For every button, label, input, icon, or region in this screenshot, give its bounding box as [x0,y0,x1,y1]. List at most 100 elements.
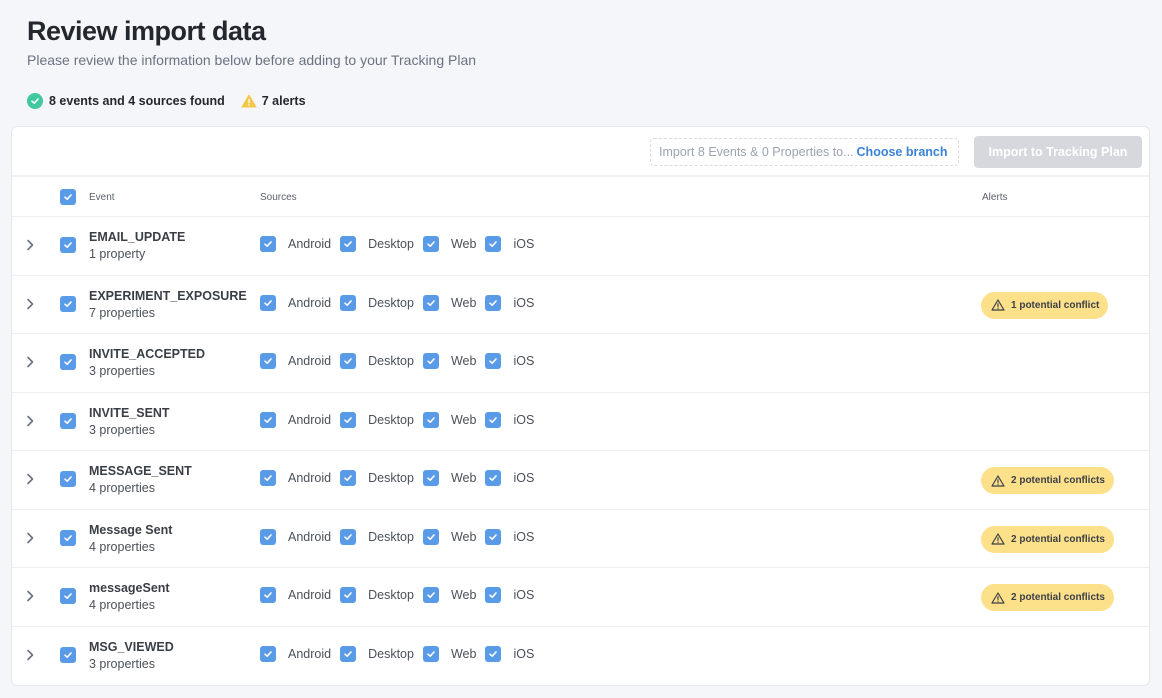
source-option[interactable]: Desktop [340,411,414,428]
source-option[interactable]: Web [422,470,476,486]
source-checkbox[interactable] [260,587,276,603]
source-checkbox[interactable] [485,236,502,252]
source-option[interactable]: Android [260,411,332,428]
select-all-checkbox[interactable] [60,189,76,205]
source-label: Android [288,237,332,251]
alert-badge[interactable]: 2 potential conflicts [981,584,1114,611]
source-option[interactable]: Android [260,470,331,486]
source-option[interactable]: Desktop [340,645,414,662]
source-option[interactable]: iOS [485,236,534,252]
source-checkbox[interactable] [422,411,439,428]
source-option[interactable]: Web [422,294,476,311]
source-checkbox[interactable] [422,645,439,662]
event-checkbox[interactable] [60,471,76,487]
source-checkbox[interactable] [340,411,357,428]
event-checkbox[interactable] [60,295,76,312]
event-checkbox[interactable] [60,354,76,370]
source-option[interactable]: Android [260,645,331,662]
source-label: Android [288,412,332,427]
chevron-right-icon[interactable] [24,355,36,374]
source-checkbox[interactable] [260,411,276,428]
source-checkbox[interactable] [485,645,502,662]
event-name: EMAIL_UPDATE [89,230,186,244]
source-option[interactable]: iOS [485,528,535,545]
source-option[interactable]: Web [422,236,477,252]
source-checkbox[interactable] [422,528,439,545]
source-option[interactable]: iOS [485,645,534,662]
source-checkbox[interactable] [340,294,357,311]
source-checkbox[interactable] [485,411,502,428]
source-label: Desktop [368,471,414,485]
source-option[interactable]: Web [422,353,476,369]
event-checkbox[interactable] [60,412,76,429]
source-option[interactable]: Android [260,294,331,311]
source-checkbox[interactable] [340,353,357,369]
source-checkbox[interactable] [485,470,502,486]
source-checkbox[interactable] [260,470,276,486]
source-checkbox[interactable] [485,294,502,311]
chevron-right-icon[interactable] [24,297,36,316]
source-option[interactable]: iOS [485,470,534,486]
source-option[interactable]: Web [422,411,476,428]
source-checkbox[interactable] [260,645,276,662]
source-checkbox[interactable] [422,236,439,252]
source-checkbox[interactable] [340,645,357,662]
source-option[interactable]: Web [422,587,476,603]
source-label: iOS [513,529,535,544]
source-label: iOS [513,588,535,602]
source-option[interactable]: Android [260,587,331,603]
source-option[interactable]: iOS [485,411,534,428]
source-checkbox[interactable] [340,587,357,603]
alert-text: 2 potential conflicts [1011,475,1105,486]
source-checkbox[interactable] [422,470,439,486]
chevron-right-icon[interactable] [24,648,36,667]
source-checkbox[interactable] [340,470,357,486]
alert-badge[interactable]: 2 potential conflicts [981,525,1114,553]
source-option[interactable]: Desktop [340,294,414,311]
chevron-right-icon[interactable] [24,531,36,550]
source-checkbox[interactable] [260,236,276,252]
source-option[interactable]: Android [260,353,331,369]
source-checkbox[interactable] [260,528,276,545]
source-option[interactable]: Desktop [340,353,414,369]
source-option[interactable]: Web [422,645,476,662]
chevron-right-icon[interactable] [24,472,36,491]
chevron-right-icon[interactable] [24,589,36,608]
source-label: iOS [513,354,535,368]
page-title: Review import data [27,16,266,46]
source-checkbox[interactable] [485,528,502,545]
chevron-right-icon[interactable] [24,414,36,433]
chevron-right-icon[interactable] [24,238,36,257]
source-checkbox[interactable] [260,294,276,311]
source-option[interactable]: Desktop [340,587,414,603]
event-checkbox[interactable] [60,529,76,546]
source-option[interactable]: Desktop [340,528,414,545]
source-option[interactable]: iOS [485,587,534,603]
source-option[interactable]: Desktop [340,236,414,252]
source-checkbox[interactable] [485,353,502,369]
source-checkbox[interactable] [340,528,357,545]
source-checkbox[interactable] [485,587,502,603]
source-checkbox[interactable] [260,353,276,369]
source-option[interactable]: Android [260,528,331,545]
event-checkbox[interactable] [60,237,76,253]
source-checkbox[interactable] [340,236,357,252]
source-checkbox[interactable] [422,353,439,369]
source-label: Web [450,237,477,251]
sources-cell: Android Desktop Web iOS [260,645,543,662]
source-option[interactable]: Desktop [340,470,414,486]
source-option[interactable]: iOS [485,353,534,369]
alert-badge[interactable]: 2 potential conflicts [981,467,1114,494]
column-header-event: Event [89,192,115,203]
event-checkbox[interactable] [60,588,76,604]
source-option[interactable]: Web [422,528,476,545]
source-checkbox[interactable] [422,294,439,311]
alert-badge[interactable]: 1 potential conflict [981,291,1109,319]
table-row: messageSent 4 properties Android Desktop… [12,568,1149,627]
source-option[interactable]: Android [260,236,331,252]
choose-branch-link[interactable]: Choose branch [857,145,948,159]
source-option[interactable]: iOS [485,294,534,311]
event-checkbox[interactable] [60,646,76,663]
source-checkbox[interactable] [422,587,439,603]
import-to-tracking-plan-button[interactable]: Import to Tracking Plan [974,136,1142,168]
